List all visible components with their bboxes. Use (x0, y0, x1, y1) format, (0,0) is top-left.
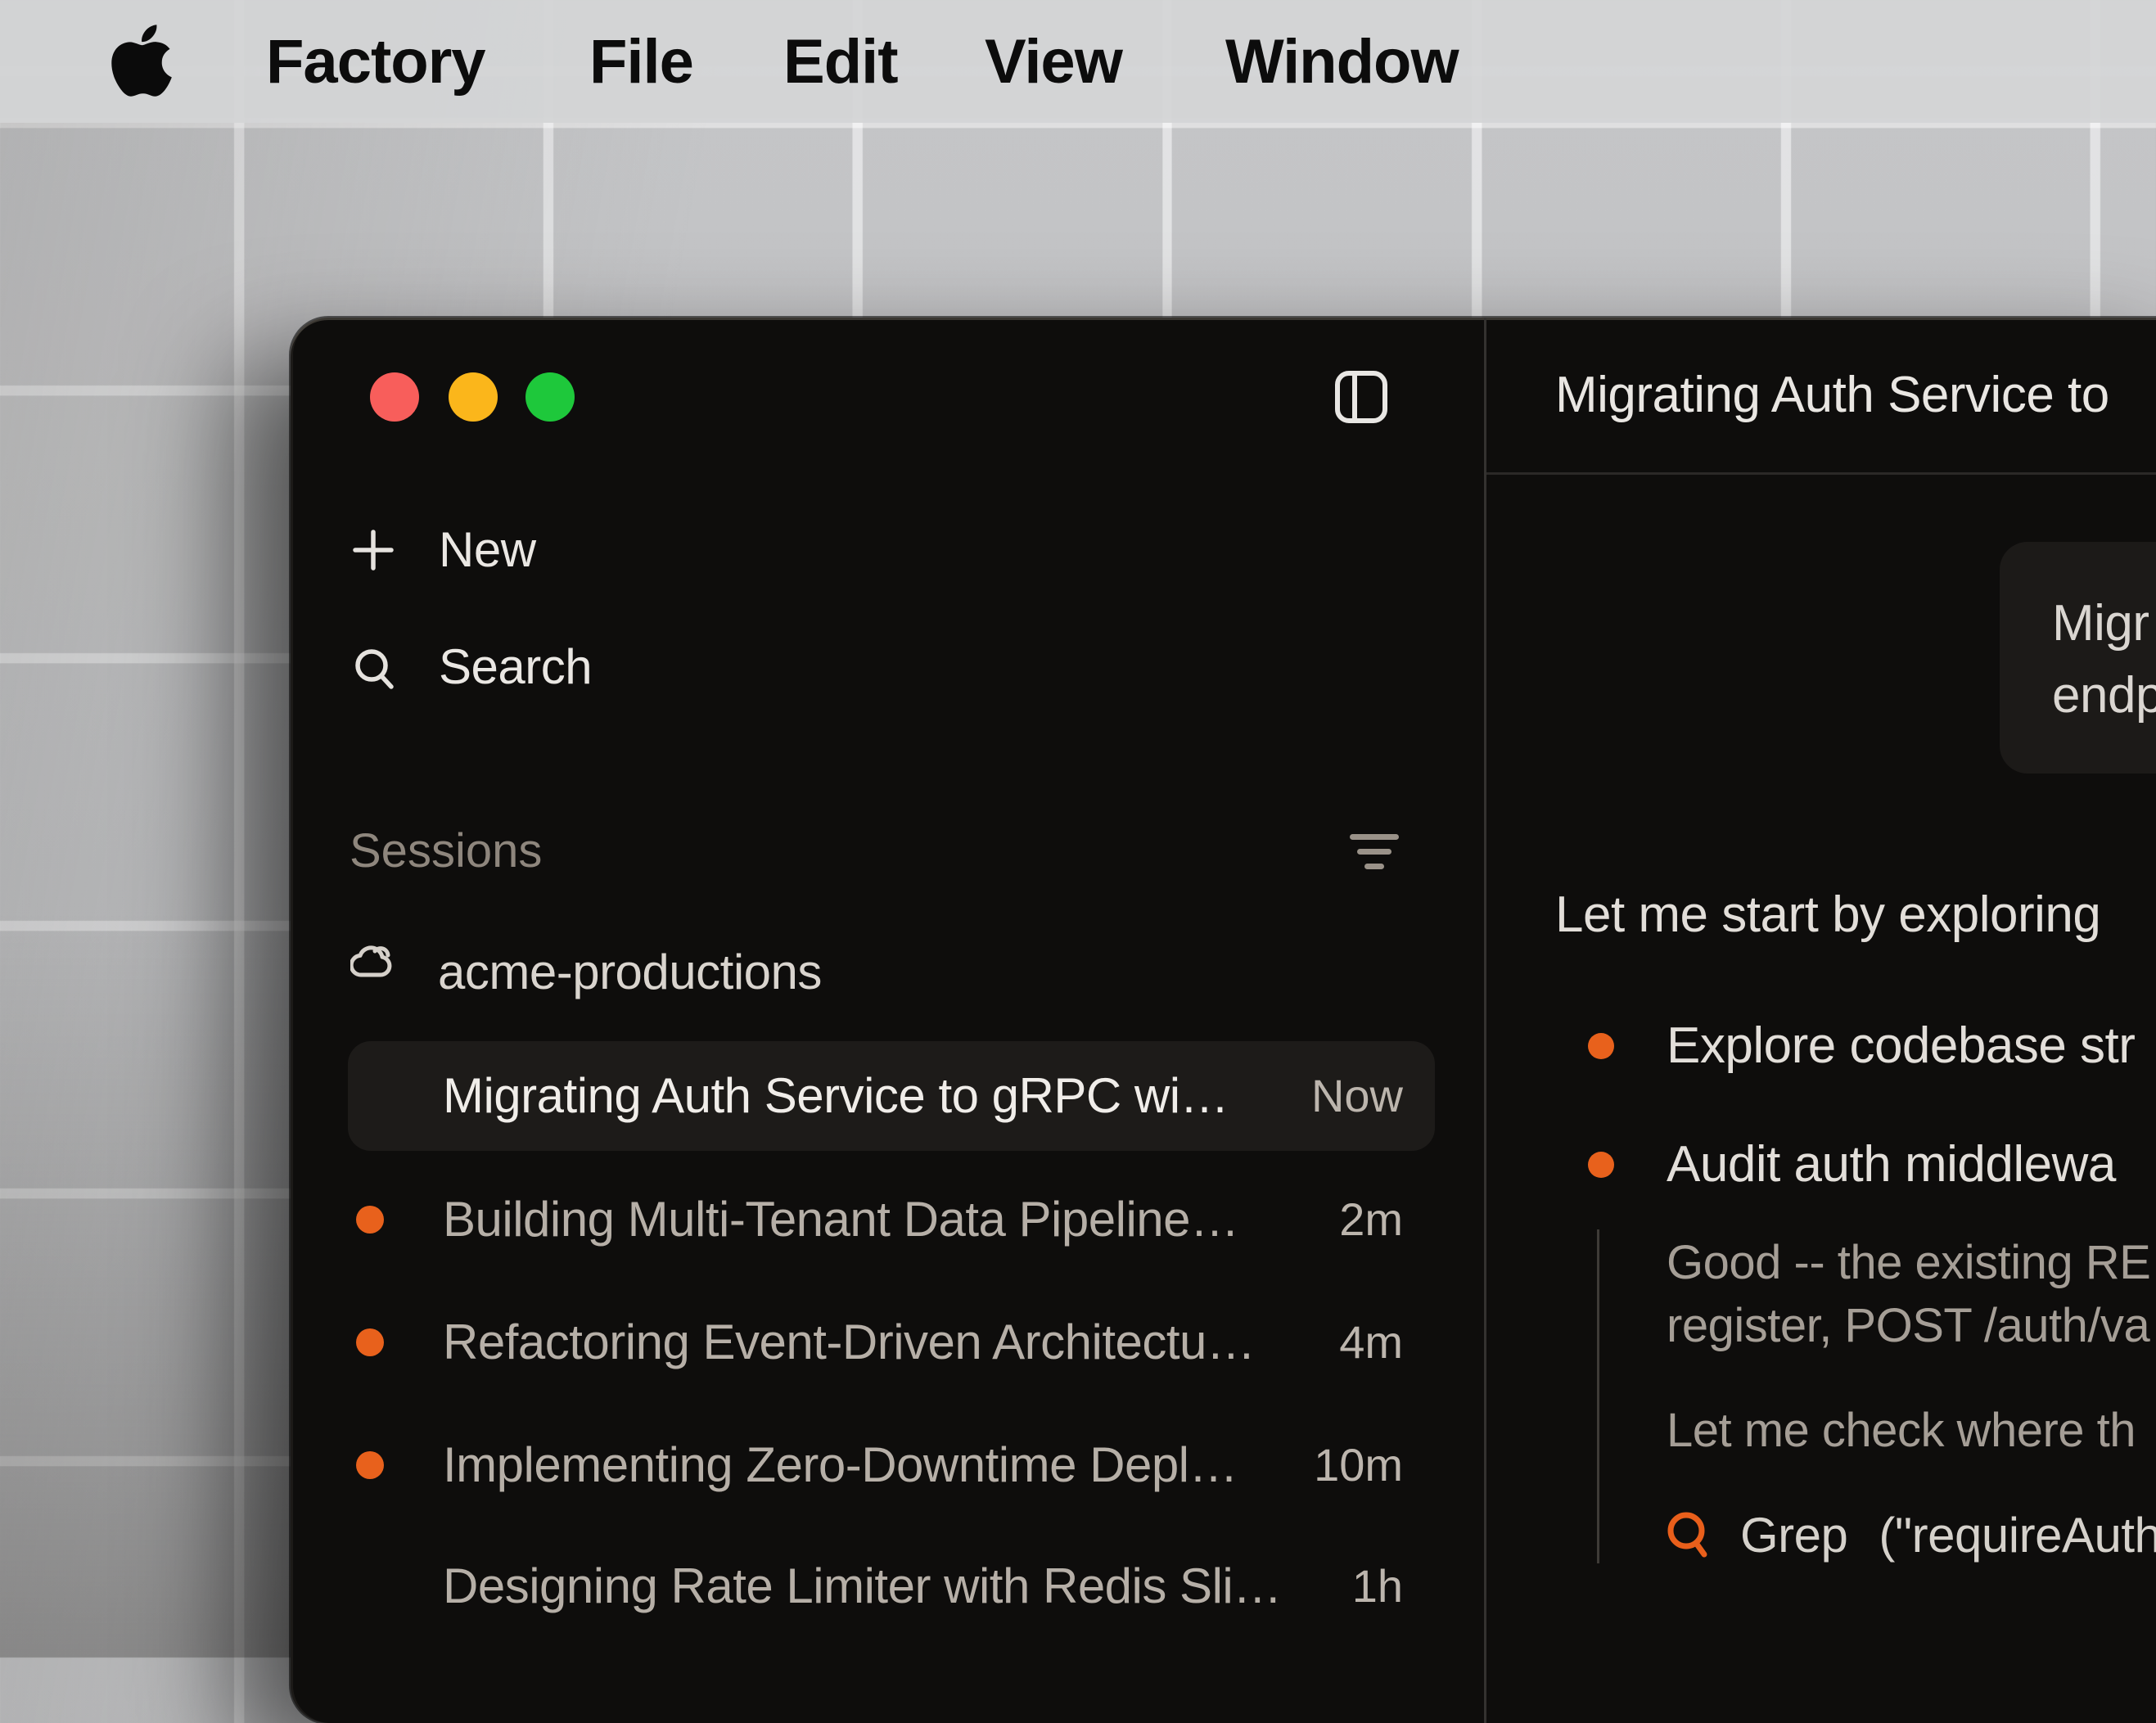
session-title: Migrating Auth Service to gRPC wi… (443, 1068, 1229, 1123)
menu-item-edit[interactable]: Edit (783, 0, 899, 123)
tool-call-row[interactable]: Grep ("requireAuth| (1667, 1504, 2156, 1565)
assistant-intro-text: Let me start by exploring (1555, 886, 2101, 943)
assistant-detail-line: Good -- the existing RE (1667, 1236, 2151, 1289)
menu-item-window[interactable]: Window (1225, 0, 1459, 123)
session-title: Building Multi-Tenant Data Pipeline… (443, 1192, 1239, 1247)
plus-icon (353, 530, 394, 571)
session-title: Implementing Zero-Downtime Depl… (443, 1437, 1238, 1492)
search-button[interactable]: Search (439, 638, 593, 697)
workspace-row[interactable]: acme-productions (291, 923, 1484, 1022)
minimize-window-button[interactable] (449, 372, 498, 422)
todo-bullet-dot (1588, 1033, 1614, 1059)
active-session-dot (356, 1206, 384, 1234)
sessions-section-header: Sessions (350, 824, 543, 877)
menu-app-name[interactable]: Factory (266, 0, 486, 123)
session-row-selected[interactable]: Migrating Auth Service to gRPC wi… Now (348, 1041, 1435, 1151)
assistant-detail-line: register, POST /auth/va (1667, 1299, 2150, 1352)
factory-app-window: New Search Sessions acme-productions Mig… (291, 318, 2156, 1723)
desktop: { "menu_bar": { "app_name": "Factory", "… (0, 0, 2156, 1723)
session-title: Refactoring Event-Driven Architectu… (443, 1315, 1256, 1369)
user-message-line: endp (2052, 667, 2156, 724)
apple-menu-icon[interactable] (102, 20, 181, 101)
sessions-sidebar: New Search Sessions acme-productions Mig… (291, 318, 1484, 1723)
session-row[interactable]: Refactoring Event-Driven Architectu… 4m (348, 1288, 1435, 1397)
menu-item-view[interactable]: View (985, 0, 1123, 123)
menu-item-file[interactable]: File (589, 0, 694, 123)
thread-indent-guide (1597, 1229, 1599, 1563)
chat-pane: Migrating Auth Service to Migr endp Let … (1486, 318, 2156, 1723)
header-divider (1486, 472, 2156, 475)
session-time: 2m (1339, 1193, 1403, 1245)
session-time: Now (1310, 1070, 1403, 1121)
session-title: Designing Rate Limiter with Redis Sli… (443, 1558, 1282, 1613)
menu-bar: Factory File Edit View Window (0, 0, 2156, 123)
todo-bullet-dot (1588, 1152, 1614, 1178)
session-time: 1h (1351, 1560, 1403, 1612)
active-session-dot (356, 1451, 384, 1479)
session-time: 10m (1314, 1439, 1403, 1491)
todo-item[interactable]: Audit auth middlewa (1667, 1134, 2116, 1196)
toggle-sidebar-button[interactable] (1333, 368, 1390, 426)
active-session-dot (356, 1328, 384, 1356)
session-row[interactable]: Designing Rate Limiter with Redis Sli… 1… (348, 1531, 1435, 1641)
zoom-window-button[interactable] (525, 372, 575, 422)
tool-call-name: Grep (1740, 1507, 1848, 1563)
filter-sessions-icon[interactable] (1350, 834, 1399, 870)
session-row[interactable]: Building Multi-Tenant Data Pipeline… 2m (348, 1165, 1435, 1274)
todo-item[interactable]: Explore codebase str (1667, 1015, 2136, 1077)
search-icon (353, 647, 395, 689)
grep-search-icon (1667, 1509, 1709, 1560)
assistant-detail-line: Let me check where th (1667, 1404, 2136, 1457)
cloud-icon (349, 941, 396, 979)
user-message-bubble: Migr endp (2000, 542, 2156, 774)
tool-call-args: ("requireAuth| (1879, 1507, 2156, 1563)
new-session-button[interactable]: New (439, 521, 536, 580)
chat-header-title: Migrating Auth Service to (1555, 367, 2109, 423)
user-message-line: Migr (2052, 595, 2149, 652)
close-window-button[interactable] (370, 372, 419, 422)
session-row[interactable]: Implementing Zero-Downtime Depl… 10m (348, 1410, 1435, 1520)
session-time: 4m (1339, 1316, 1403, 1368)
workspace-name: acme-productions (438, 945, 822, 999)
